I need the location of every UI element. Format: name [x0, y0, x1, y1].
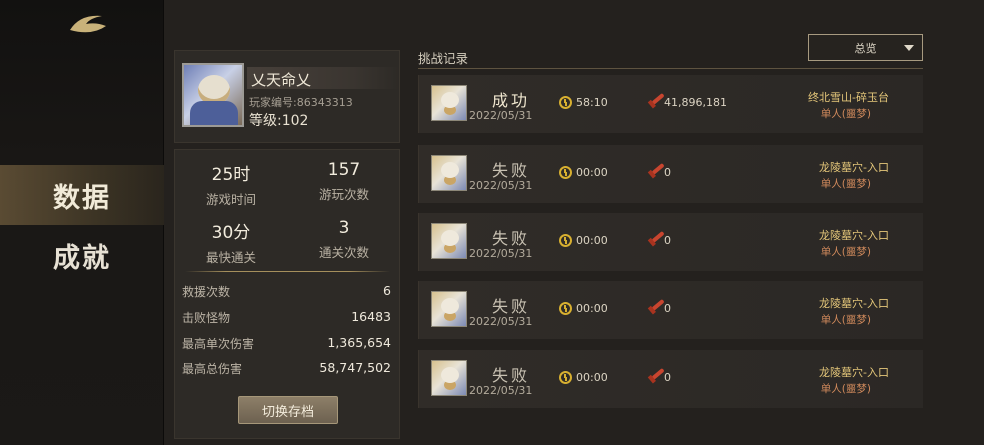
record-time: 58:10	[576, 96, 608, 109]
record-mode: 单人(噩梦)	[820, 178, 871, 190]
record-row[interactable]: 成功 2022/05/31 58:10 41,896,181 终北雪山-碎玉台 …	[418, 75, 923, 133]
player-id: 玩家编号:86343313	[249, 96, 353, 109]
sword-icon	[651, 298, 665, 312]
clock-icon	[559, 371, 572, 384]
record-time: 00:00	[576, 166, 608, 179]
detail-row-max-total-damage: 最高总伤害 58,747,502	[182, 360, 391, 377]
character-thumbnail	[431, 155, 467, 191]
record-damage: 0	[664, 371, 671, 384]
character-thumbnail	[431, 291, 467, 327]
stat-play-count: 157 游玩次数	[288, 160, 400, 203]
detail-row-kills: 击败怪物 16483	[182, 309, 391, 326]
records-title: 挑战记录	[418, 51, 469, 66]
record-time: 00:00	[576, 234, 608, 247]
records-filter-dropdown[interactable]: 总览	[808, 34, 923, 61]
record-mode: 单人(噩梦)	[820, 246, 871, 258]
record-result: 失败	[491, 161, 530, 180]
game-logo-icon	[70, 15, 106, 33]
record-stage: 龙陵墓穴-入口	[819, 297, 889, 310]
sword-icon	[651, 92, 665, 106]
clock-icon	[559, 302, 572, 315]
record-result: 失败	[491, 229, 530, 248]
record-damage: 0	[664, 302, 671, 315]
chevron-down-icon	[904, 45, 914, 51]
stat-value: 30分	[211, 223, 251, 243]
record-damage: 0	[664, 166, 671, 179]
stat-play-time: 25时 游戏时间	[175, 160, 287, 208]
character-thumbnail	[431, 360, 467, 396]
clock-icon	[559, 234, 572, 247]
stat-label: 最快通关	[205, 250, 256, 265]
clock-icon	[559, 96, 572, 109]
record-date: 2022/05/31	[469, 179, 533, 192]
record-result: 失败	[491, 297, 530, 316]
stat-value: 3	[338, 218, 350, 238]
record-row[interactable]: 失败 2022/05/31 00:00 0 龙陵墓穴-入口 单人(噩梦)	[418, 213, 923, 271]
records-divider	[418, 68, 923, 69]
character-thumbnail	[431, 223, 467, 259]
detail-value: 58,747,502	[319, 360, 391, 375]
stats-panel: 25时 游戏时间 157 游玩次数 30分 最快通关 3 通关次数 救援次数 6…	[174, 149, 400, 439]
record-date: 2022/05/31	[469, 315, 533, 328]
record-date: 2022/05/31	[469, 247, 533, 260]
detail-value: 6	[383, 283, 391, 298]
detail-row-max-single-damage: 最高单次伤害 1,365,654	[182, 335, 391, 352]
record-damage: 41,896,181	[664, 96, 727, 109]
dropdown-label: 总览	[854, 41, 877, 55]
record-stage: 龙陵墓穴-入口	[819, 366, 889, 379]
nav-item-achievements[interactable]: 成就	[0, 225, 164, 285]
record-mode: 单人(噩梦)	[820, 383, 871, 395]
divider	[185, 271, 390, 272]
record-damage: 0	[664, 234, 671, 247]
record-result: 失败	[491, 366, 530, 385]
sword-icon	[651, 367, 665, 381]
record-time: 00:00	[576, 371, 608, 384]
record-mode: 单人(噩梦)	[820, 314, 871, 326]
stat-clear-count: 3 通关次数	[288, 218, 400, 261]
switch-save-button[interactable]: 切换存档	[238, 396, 338, 424]
detail-label: 救援次数	[182, 285, 231, 299]
detail-label: 最高总伤害	[182, 362, 243, 376]
stat-label: 游戏时间	[205, 192, 256, 207]
record-stage: 龙陵墓穴-入口	[819, 229, 889, 242]
record-date: 2022/05/31	[469, 109, 533, 122]
sword-icon	[651, 230, 665, 244]
sword-icon	[651, 162, 665, 176]
record-mode: 单人(噩梦)	[820, 108, 871, 120]
record-stage: 终北雪山-碎玉台	[808, 91, 889, 104]
record-time: 00:00	[576, 302, 608, 315]
player-avatar	[182, 63, 244, 127]
stat-fastest-clear: 30分 最快通关	[175, 218, 287, 266]
clock-icon	[559, 166, 572, 179]
detail-value: 16483	[351, 309, 391, 324]
player-level: 等级:102	[249, 113, 309, 129]
record-row[interactable]: 失败 2022/05/31 00:00 0 龙陵墓穴-入口 单人(噩梦)	[418, 281, 923, 339]
detail-value: 1,365,654	[327, 335, 391, 350]
stat-label: 游玩次数	[318, 187, 369, 202]
record-row[interactable]: 失败 2022/05/31 00:00 0 龙陵墓穴-入口 单人(噩梦)	[418, 350, 923, 408]
profile-card: 乂天命乂 玩家编号:86343313 等级:102	[174, 50, 400, 143]
detail-label: 最高单次伤害	[182, 337, 255, 351]
nav-item-data[interactable]: 数据	[0, 165, 164, 225]
detail-label: 击败怪物	[182, 311, 231, 325]
side-nav: 数据 成就	[0, 0, 164, 445]
detail-row-rescues: 救援次数 6	[182, 283, 391, 300]
stat-label: 通关次数	[318, 245, 369, 260]
record-stage: 龙陵墓穴-入口	[819, 161, 889, 174]
record-result: 成功	[491, 91, 530, 110]
stat-value: 25时	[211, 165, 251, 185]
record-row[interactable]: 失败 2022/05/31 00:00 0 龙陵墓穴-入口 单人(噩梦)	[418, 145, 923, 203]
player-name: 乂天命乂	[251, 71, 312, 89]
stat-value: 157	[327, 160, 361, 180]
character-thumbnail	[431, 85, 467, 121]
record-date: 2022/05/31	[469, 384, 533, 397]
